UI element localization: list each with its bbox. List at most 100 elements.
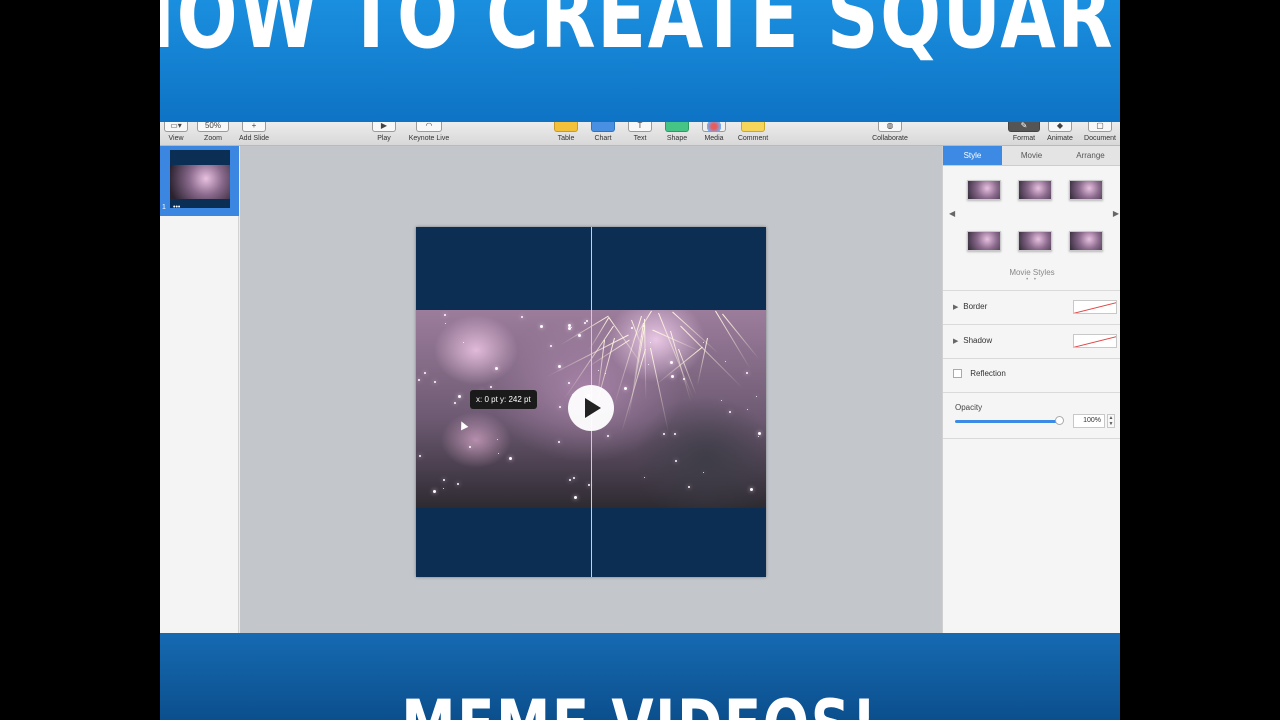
border-row[interactable]: ▶ Border bbox=[953, 298, 1117, 316]
firework-spark bbox=[559, 406, 561, 408]
paintbrush-icon: ✎ bbox=[1008, 122, 1040, 132]
firework-spark bbox=[750, 488, 753, 491]
view-button[interactable]: ▭▾ View bbox=[164, 122, 188, 146]
chart-icon bbox=[591, 122, 615, 132]
format-inspector: Style Movie Arrange ◀ ▶ Movie Styles • •… bbox=[942, 146, 1120, 633]
reflection-row[interactable]: Reflection bbox=[953, 365, 1117, 383]
firework-spark bbox=[644, 477, 645, 478]
firework-streak bbox=[650, 347, 669, 433]
firework-spark bbox=[573, 477, 575, 479]
firework-spark bbox=[688, 486, 690, 488]
firework-spark bbox=[509, 457, 512, 460]
document-button[interactable]: ▢ Document bbox=[1080, 122, 1120, 146]
position-tooltip: x: 0 pt y: 242 pt bbox=[470, 390, 537, 409]
firework-spark bbox=[443, 479, 445, 481]
firework-spark bbox=[631, 327, 633, 329]
opacity-field[interactable]: 100% bbox=[1073, 414, 1105, 428]
comment-label: Comment bbox=[737, 135, 769, 142]
firework-spark bbox=[521, 316, 523, 318]
styles-prev-icon[interactable]: ◀ bbox=[949, 209, 955, 218]
bottom-banner: MEME VIDEOS! bbox=[160, 633, 1120, 720]
disclosure-triangle-icon: ▶ bbox=[953, 338, 959, 345]
movie-style-2[interactable] bbox=[1018, 180, 1052, 200]
firework-spark bbox=[540, 325, 543, 328]
divider bbox=[943, 438, 1120, 439]
movie-style-3[interactable] bbox=[1069, 180, 1103, 200]
firework-spark bbox=[721, 400, 722, 401]
divider bbox=[943, 290, 1120, 291]
movie-style-6[interactable] bbox=[1069, 231, 1103, 251]
app-frame: HOW TO CREATE SQUARE ▭▾ View 50% Zoom + … bbox=[160, 0, 1120, 720]
reflection-checkbox[interactable] bbox=[953, 369, 962, 379]
animate-label: Animate bbox=[1047, 135, 1073, 142]
tab-movie[interactable]: Movie bbox=[1002, 146, 1061, 165]
zoom-select[interactable]: 50% Zoom bbox=[197, 122, 229, 146]
firework-spark bbox=[703, 472, 704, 473]
live-icon: ◠ bbox=[416, 122, 442, 132]
firework-spark bbox=[550, 345, 552, 347]
opacity-stepper[interactable]: ▲ ▼ bbox=[1107, 414, 1115, 428]
slide[interactable]: x: 0 pt y: 242 pt bbox=[416, 227, 766, 577]
keynote-live-label: Keynote Live bbox=[408, 135, 450, 142]
firework-streak bbox=[715, 310, 751, 370]
slide-canvas[interactable]: x: 0 pt y: 242 pt bbox=[240, 146, 942, 633]
styles-next-icon[interactable]: ▶ bbox=[1113, 209, 1119, 218]
shadow-row[interactable]: ▶ Shadow bbox=[953, 332, 1117, 350]
movie-style-4[interactable] bbox=[967, 231, 1001, 251]
firework-spark bbox=[443, 488, 444, 489]
firework-spark bbox=[607, 435, 609, 437]
shadow-swatch[interactable] bbox=[1073, 334, 1117, 348]
firework-spark bbox=[584, 322, 586, 324]
border-swatch[interactable] bbox=[1073, 300, 1117, 314]
movie-play-button[interactable] bbox=[568, 385, 614, 431]
keynote-live-button[interactable]: ◠ Keynote Live bbox=[406, 122, 452, 146]
add-slide-button[interactable]: + Add Slide bbox=[238, 122, 270, 146]
firework-spark bbox=[675, 460, 677, 462]
opacity-label: Opacity bbox=[955, 403, 983, 412]
divider bbox=[943, 392, 1120, 393]
slide-thumbnail[interactable] bbox=[170, 150, 230, 208]
chart-button[interactable]: Chart bbox=[591, 122, 615, 146]
comment-button[interactable]: Comment bbox=[735, 122, 771, 146]
firework-spark bbox=[495, 367, 498, 370]
shape-button[interactable]: Shape bbox=[665, 122, 689, 146]
firework-spark bbox=[729, 411, 731, 413]
firework-spark bbox=[444, 314, 446, 316]
movie-styles-page-dots[interactable]: • • bbox=[943, 277, 1120, 283]
firework-spark bbox=[424, 372, 426, 374]
animate-button[interactable]: ◆ Animate bbox=[1044, 122, 1076, 146]
firework-spark bbox=[598, 370, 599, 371]
zoom-label: Zoom bbox=[204, 135, 222, 142]
firework-spark bbox=[703, 342, 704, 343]
format-label: Format bbox=[1012, 135, 1036, 142]
firework-spark bbox=[418, 379, 420, 381]
firework-spark bbox=[624, 387, 627, 390]
firework-spark bbox=[469, 446, 471, 448]
text-icon: T bbox=[628, 122, 652, 132]
plus-icon: + bbox=[242, 122, 266, 132]
table-button[interactable]: Table bbox=[554, 122, 578, 146]
play-button-toolbar[interactable]: ▶ Play bbox=[372, 122, 396, 146]
play-icon-large bbox=[585, 398, 601, 418]
divider bbox=[943, 324, 1120, 325]
opacity-slider-knob[interactable] bbox=[1055, 416, 1064, 425]
firework-spark bbox=[758, 432, 761, 435]
firework-spark bbox=[433, 490, 436, 493]
collaborate-button[interactable]: ◍ Collaborate bbox=[868, 122, 912, 146]
divider bbox=[943, 358, 1120, 359]
tab-style[interactable]: Style bbox=[943, 146, 1002, 165]
firework-streak bbox=[621, 348, 646, 433]
movie-style-1[interactable] bbox=[967, 180, 1001, 200]
firework-spark bbox=[434, 381, 436, 383]
firework-spark bbox=[419, 455, 421, 457]
text-button[interactable]: T Text bbox=[628, 122, 652, 146]
tab-arrange[interactable]: Arrange bbox=[1061, 146, 1120, 165]
firework-spark bbox=[568, 327, 571, 330]
format-button[interactable]: ✎ Format bbox=[1008, 122, 1040, 146]
shape-icon bbox=[665, 122, 689, 132]
opacity-slider[interactable] bbox=[955, 420, 1059, 423]
slide-thumbnail-selected[interactable]: 1 ••• bbox=[160, 146, 239, 216]
media-button[interactable]: Media bbox=[702, 122, 726, 146]
firework-spark bbox=[648, 364, 649, 365]
movie-style-5[interactable] bbox=[1018, 231, 1052, 251]
